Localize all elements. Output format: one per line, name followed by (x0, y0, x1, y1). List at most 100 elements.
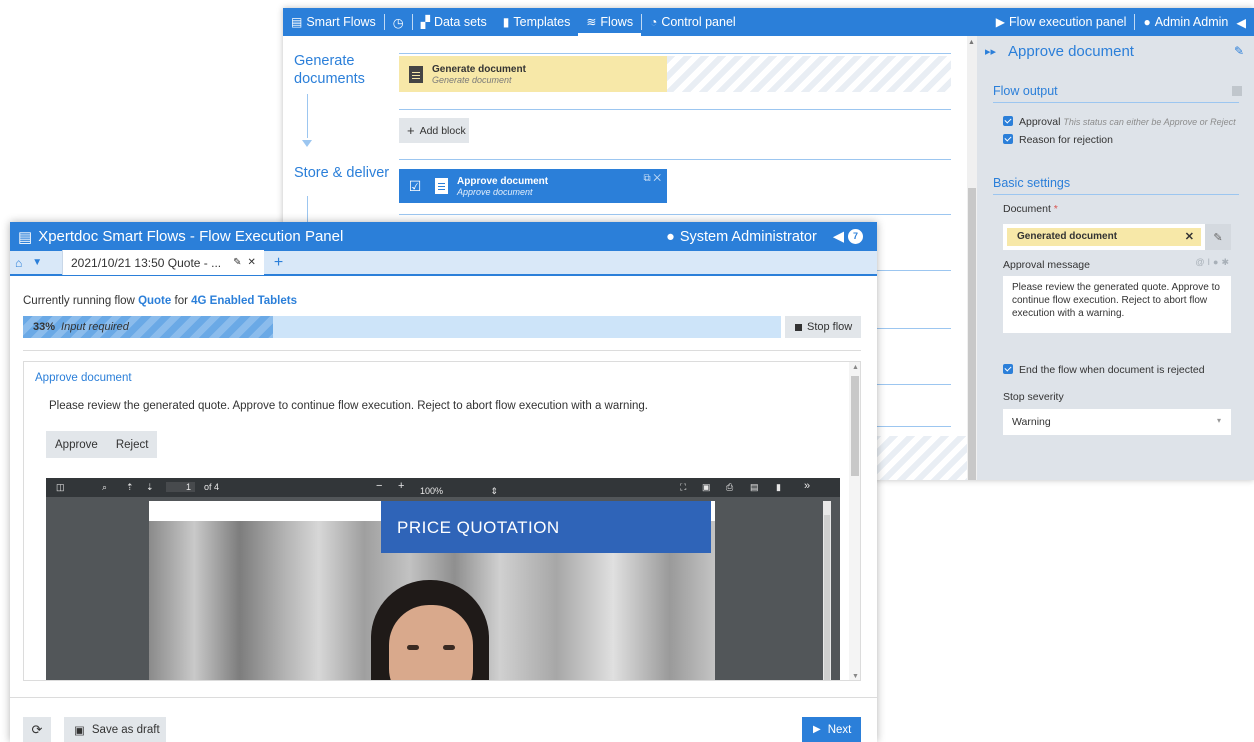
gauge-icon: ◔ (650, 15, 658, 29)
page-number-input[interactable]: 1 (166, 482, 196, 492)
basic-settings-title: Basic settings (993, 176, 1071, 190)
reason-checkbox[interactable] (1003, 134, 1013, 144)
document-icon (435, 178, 448, 194)
user-menu[interactable]: ● Admin Admin ◀ (1135, 8, 1254, 36)
nav-flows[interactable]: ≋ Flows (578, 8, 642, 36)
stage-line (399, 159, 951, 160)
save-draft-button[interactable]: ▣ Save as draft (64, 717, 166, 742)
insert-field-icon[interactable]: @I (1195, 257, 1213, 267)
pdf-viewer[interactable]: ◫ ⌕ ⇡ ⇣ 1 of 4 − + 100% ⇕ ⛶ ▣ ⎙ ▤ ▮ » PR… (46, 478, 840, 680)
remove-icon[interactable]: ✕ (1185, 230, 1194, 243)
approval-checkbox[interactable] (1003, 116, 1013, 126)
refresh-button[interactable]: ⟳ (23, 717, 51, 742)
block-title: Approve document (457, 175, 549, 187)
history-button[interactable]: ◷ (385, 8, 412, 36)
current-user[interactable]: System Administrator (680, 229, 817, 245)
nav-templates[interactable]: ▮ Templates (495, 8, 579, 36)
flow-name-link[interactable]: Quote (138, 295, 171, 307)
block-approve-document[interactable]: ☑ Approve document Approve document ⧉ ✕ (399, 169, 667, 203)
pdf-scrollbar[interactable] (823, 501, 831, 680)
zoom-in-icon[interactable]: + (398, 480, 404, 492)
progress-status: Input required (61, 321, 129, 333)
nav-control-panel-label: Control panel (661, 15, 736, 29)
reject-button[interactable]: Reject (107, 439, 158, 451)
next-label: Next (827, 723, 852, 736)
next-button[interactable]: ▶ Next (802, 717, 861, 742)
open-file-icon[interactable]: ▣ (702, 482, 711, 493)
nav-control-panel[interactable]: ◔ Control panel (642, 8, 744, 36)
download-icon[interactable]: ▤ (750, 482, 759, 493)
copy-icon[interactable]: ⧉ (643, 173, 650, 184)
reason-output-row[interactable]: Reason for rejection (1003, 134, 1113, 146)
scroll-up-icon[interactable]: ▲ (852, 364, 859, 371)
stop-severity-select[interactable]: Warning ▾ (1003, 409, 1231, 435)
tab-flow-run[interactable]: 2021/10/21 13:50 Quote - ... ✎ ✕ (62, 250, 264, 275)
edit-document-button[interactable]: ✎ (1205, 224, 1231, 250)
close-icon[interactable]: ✕ (248, 257, 256, 268)
save-icon[interactable] (1232, 86, 1242, 96)
titlebar-right: ● System Administrator ◀ 7 (666, 222, 863, 251)
stop-severity-value: Warning (1012, 416, 1051, 428)
document-chip[interactable]: Generated document ✕ (1007, 228, 1201, 246)
collapse-icon[interactable]: ▸▸ (985, 45, 996, 58)
canvas-scrollbar[interactable]: ▲ (967, 36, 977, 480)
approval-output-row[interactable]: Approval This status can either be Appro… (1003, 116, 1236, 128)
zoom-out-icon[interactable]: − (376, 480, 382, 492)
end-flow-row[interactable]: End the flow when document is rejected (1003, 364, 1205, 376)
end-flow-checkbox[interactable] (1003, 364, 1013, 374)
properties-panel: ▸▸ Approve document ✎ Flow output Approv… (977, 36, 1254, 480)
pencil-icon[interactable]: ✎ (233, 257, 241, 268)
approval-label: Approval (1019, 116, 1061, 128)
approve-reject-group: Approve Reject (46, 431, 158, 458)
edit-icon[interactable]: ✎ (1234, 44, 1244, 58)
task-message: Please review the generated quote. Appro… (49, 400, 648, 412)
sidebar-toggle-icon[interactable]: ◫ (56, 482, 65, 493)
tab-bar: ⌂ ▼ 2021/10/21 13:50 Quote - ... ✎ ✕ + (10, 250, 877, 276)
document-label-text: Document (1003, 203, 1051, 215)
next-page-icon[interactable]: ⇣ (146, 482, 154, 493)
add-tab-icon[interactable]: + (274, 254, 283, 272)
block-generate-document[interactable]: Generate document Generate document (399, 56, 667, 92)
stage-line (399, 53, 951, 54)
megaphone-icon[interactable]: ◀ (1236, 15, 1246, 30)
flow-connector (307, 94, 308, 138)
save-icon: ▣ (74, 724, 85, 737)
user-name: Admin Admin (1154, 15, 1229, 29)
task-scrollbar[interactable]: ▲ ▼ (849, 362, 860, 680)
presentation-icon[interactable]: ⛶ (680, 482, 686, 493)
scroll-thumb[interactable] (824, 515, 830, 680)
nav-flow-execution-label: Flow execution panel (1009, 15, 1127, 29)
block-title: Generate document (432, 63, 526, 75)
scroll-thumb[interactable] (968, 188, 976, 480)
stop-flow-button[interactable]: Stop flow (785, 316, 861, 338)
megaphone-icon[interactable]: ◀ (833, 229, 844, 245)
search-icon[interactable]: ⌕ (102, 482, 107, 493)
empty-slot (873, 436, 967, 480)
running-flow-text: Currently running flow Quote for 4G Enab… (23, 295, 297, 307)
asterisk-icon[interactable]: ✱ (1221, 257, 1232, 267)
pdf-toolbar: ◫ ⌕ ⇡ ⇣ 1 of 4 − + 100% ⇕ ⛶ ▣ ⎙ ▤ ▮ » (46, 478, 840, 497)
bookmark-icon[interactable]: ▮ (776, 482, 781, 493)
approve-button[interactable]: Approve (46, 439, 107, 451)
chevron-down-icon: ⇕ (490, 486, 498, 496)
logo-link[interactable]: ▤ Smart Flows (283, 8, 384, 36)
scroll-down-icon[interactable]: ▼ (852, 673, 859, 680)
scroll-thumb[interactable] (851, 376, 859, 476)
nav-data-sets[interactable]: ▞ Data sets (413, 8, 495, 36)
approval-message-textarea[interactable]: Please review the generated quote. Appro… (1003, 276, 1231, 333)
add-block-button[interactable]: + Add block (399, 118, 469, 143)
target-name-link[interactable]: 4G Enabled Tablets (191, 295, 297, 307)
chevron-down-icon[interactable]: ▼ (32, 257, 42, 268)
nav-flow-execution-panel[interactable]: ▶ Flow execution panel (988, 8, 1135, 36)
window-title: Xpertdoc Smart Flows - Flow Execution Pa… (38, 228, 344, 245)
home-tab[interactable]: ⌂ ▼ (10, 250, 62, 275)
document-field[interactable]: Generated document ✕ (1003, 224, 1205, 250)
notification-badge[interactable]: 7 (848, 229, 863, 244)
print-icon[interactable]: ⎙ (726, 482, 733, 493)
close-icon[interactable]: ✕ (653, 173, 661, 184)
scroll-up-icon[interactable]: ▲ (968, 39, 975, 46)
flows-logo-icon: ▤ (291, 15, 303, 29)
previous-page-icon[interactable]: ⇡ (126, 482, 134, 493)
pencil-icon: ✎ (1213, 231, 1223, 244)
more-tools-icon[interactable]: » (804, 480, 810, 492)
